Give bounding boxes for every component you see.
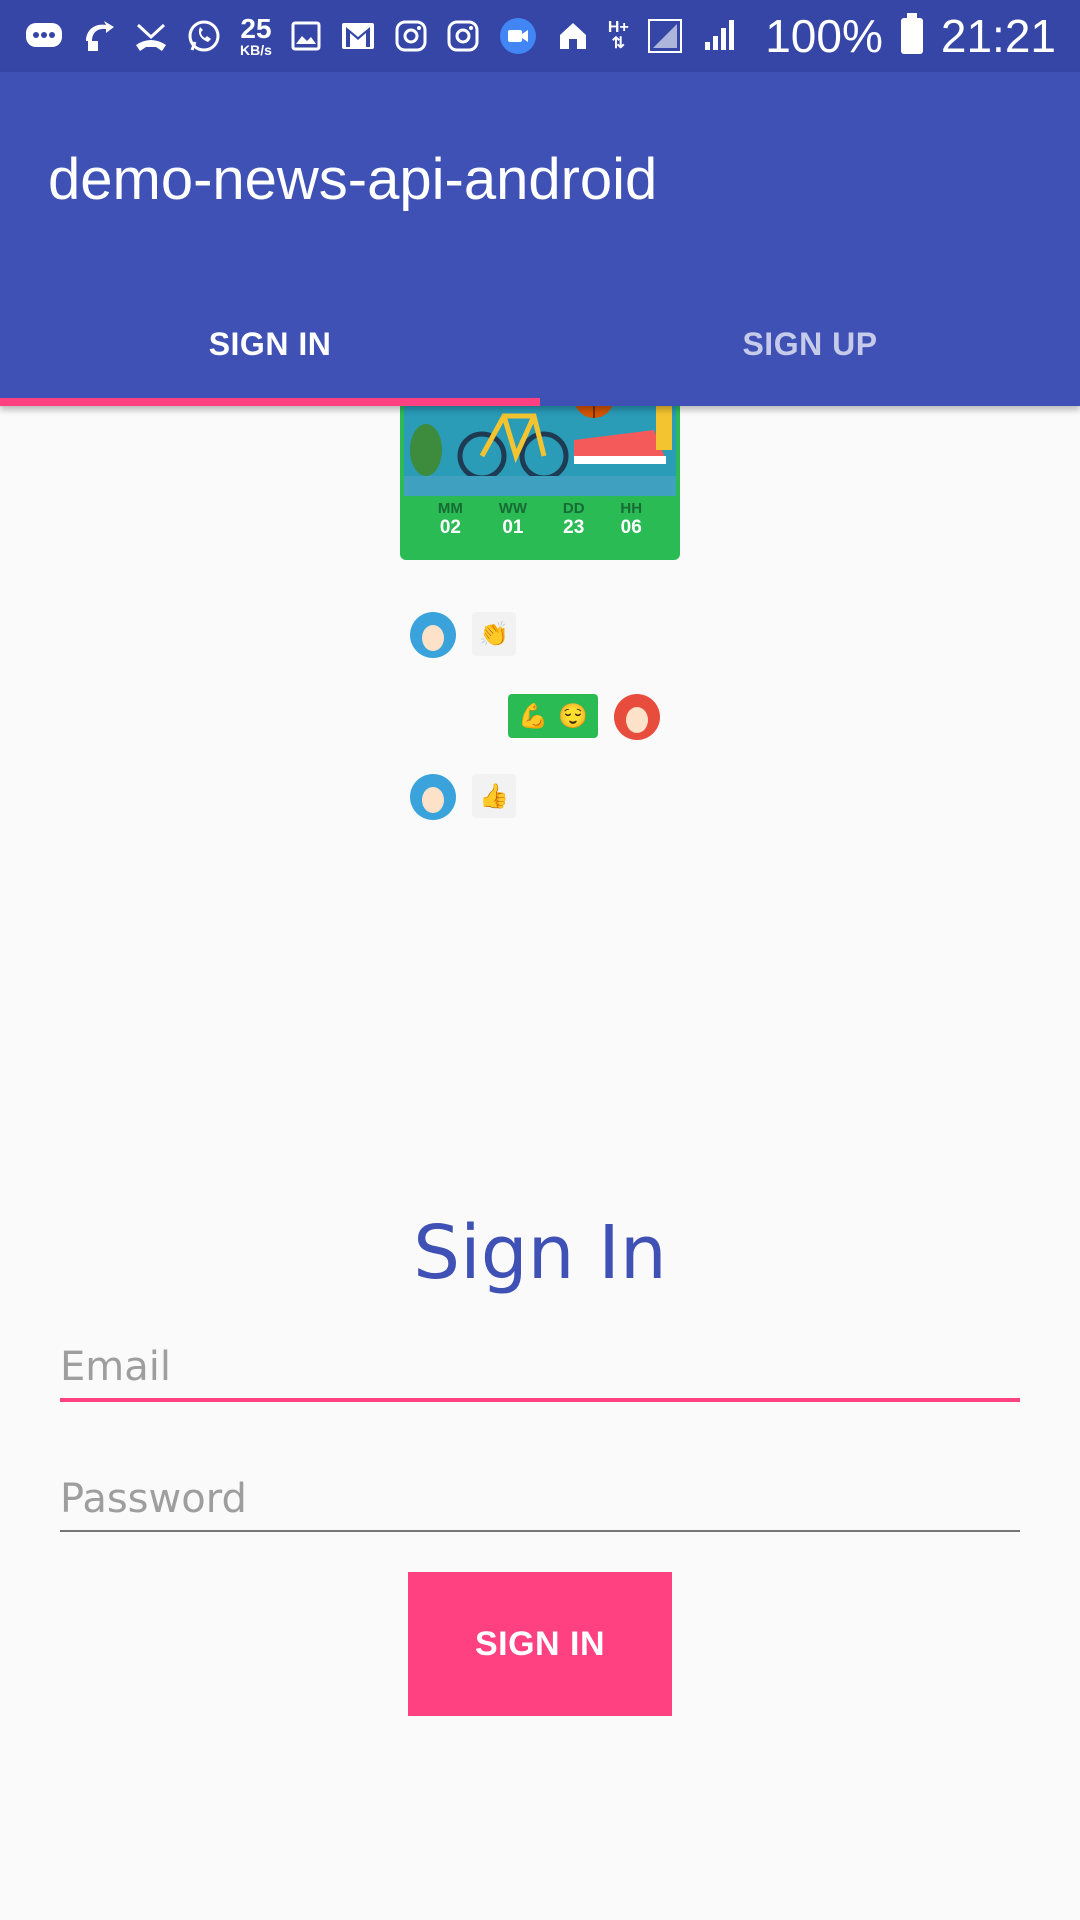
- chat-bubble: 👍: [472, 774, 516, 818]
- avatar-face: [626, 707, 648, 733]
- thumbs-up-emoji: 👍: [479, 782, 509, 810]
- chat-bubble: 👏: [472, 612, 516, 656]
- network-type-icon: H+ ⇅: [608, 20, 629, 52]
- chat-bubble-reply: 💪 😌: [508, 694, 598, 738]
- boy-avatar: [410, 774, 456, 820]
- signal-strength-icon: [701, 18, 737, 54]
- illustration-stats: MM 02 WW 01 DD 23 HH 06: [400, 500, 680, 556]
- whatsapp-icon: [186, 18, 222, 54]
- battery-percent: 100%: [765, 10, 883, 62]
- stat-hh: HH 06: [620, 500, 642, 556]
- password-field: [60, 1476, 1020, 1532]
- instagram-icon: [446, 19, 480, 53]
- avatar-face: [422, 787, 444, 813]
- sign-in-button[interactable]: SIGN IN: [408, 1572, 672, 1716]
- status-right: 100% 21:21: [765, 9, 1056, 63]
- stat-dd: DD 23: [563, 500, 585, 556]
- battery-icon: [900, 13, 923, 54]
- password-input[interactable]: [60, 1476, 1020, 1530]
- message-icon: [24, 19, 64, 53]
- network-type: H+: [607, 19, 629, 36]
- stat-mm: MM 02: [438, 500, 463, 556]
- gmail-icon: [340, 21, 376, 51]
- home-icon: [556, 19, 590, 53]
- call-forward-icon: [82, 19, 116, 53]
- clap-emoji: 👏: [479, 620, 509, 648]
- missed-call-icon: [134, 19, 168, 53]
- avatar-face: [422, 625, 444, 651]
- muscle-emoji: 💪: [518, 702, 548, 730]
- stat-key: MM: [437, 500, 463, 517]
- illustration-card: MM 02 WW 01 DD 23 HH 06: [400, 380, 680, 560]
- email-input[interactable]: [60, 1344, 1020, 1398]
- duo-video-icon: [498, 16, 538, 56]
- data-arrows-icon: ⇅: [611, 35, 626, 52]
- tab-sign-in[interactable]: SIGN IN: [0, 282, 540, 406]
- email-field: [60, 1344, 1020, 1402]
- clock: 21:21: [940, 10, 1056, 62]
- form-title: Sign In: [413, 1210, 667, 1296]
- signal-icon: [647, 18, 683, 54]
- speed-value: 25: [240, 13, 272, 44]
- relieved-emoji: 😌: [558, 702, 588, 730]
- gallery-icon: [290, 20, 322, 52]
- app-title: demo-news-api-android: [48, 147, 658, 212]
- instagram-icon: [394, 19, 428, 53]
- status-bar: 25 KB/s H+ ⇅ 100% 21:21: [0, 0, 1080, 72]
- speed-unit: KB/s: [240, 42, 272, 58]
- stat-key: HH: [620, 500, 643, 517]
- boy-avatar: [410, 612, 456, 658]
- stat-value: 06: [620, 517, 642, 538]
- app-bar: demo-news-api-android SIGN IN SIGN UP: [0, 72, 1080, 406]
- stat-key: DD: [562, 500, 585, 517]
- stat-value: 01: [502, 517, 524, 538]
- stat-value: 02: [439, 517, 461, 538]
- stat-value: 23: [563, 517, 585, 538]
- tab-sign-up[interactable]: SIGN UP: [540, 282, 1080, 406]
- stat-ww: WW 01: [499, 500, 527, 556]
- network-speed: 25 KB/s: [240, 13, 272, 58]
- stat-key: WW: [498, 500, 528, 517]
- girl-avatar: [614, 694, 660, 740]
- notification-icons: 25 KB/s H+ ⇅: [24, 15, 765, 57]
- tab-bar: SIGN IN SIGN UP: [0, 282, 1080, 406]
